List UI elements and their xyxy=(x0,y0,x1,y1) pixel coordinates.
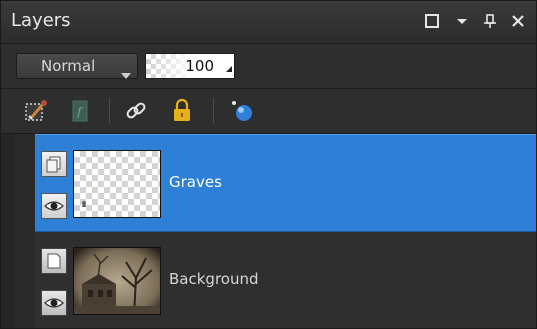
layer-toolbar: f xyxy=(1,89,536,134)
layer-row-graves[interactable]: Graves xyxy=(35,134,536,232)
layer-name: Graves xyxy=(169,173,222,191)
layer-styles-icon[interactable] xyxy=(227,96,257,126)
lock-icon[interactable] xyxy=(167,96,197,126)
visibility-eye-icon[interactable] xyxy=(41,290,67,316)
layers-panel: Layers Normal 100 f Graves Background xyxy=(0,0,537,329)
new-mask-icon[interactable] xyxy=(21,96,51,126)
maximize-icon[interactable] xyxy=(421,9,443,33)
toolbar-separator xyxy=(213,98,214,124)
chevron-down-icon xyxy=(121,64,131,83)
link-icon[interactable] xyxy=(121,96,151,126)
blend-mode-select[interactable]: Normal xyxy=(16,53,138,79)
layer-thumbnail-graves xyxy=(73,150,161,218)
blend-row: Normal 100 xyxy=(1,44,536,89)
blend-mode-value: Normal xyxy=(41,57,96,75)
visibility-eye-icon[interactable] xyxy=(41,193,67,219)
opacity-field[interactable]: 100 xyxy=(145,53,235,79)
layers-gutter xyxy=(15,134,36,328)
close-icon[interactable] xyxy=(507,9,529,33)
layers-list: Graves Background xyxy=(1,134,536,328)
layer-page-icon[interactable] xyxy=(41,248,67,274)
layer-thumbnail-background xyxy=(73,247,161,315)
resize-grip-icon xyxy=(226,57,232,76)
menu-dropdown-icon[interactable] xyxy=(451,9,473,33)
panel-titlebar[interactable]: Layers xyxy=(1,1,536,44)
new-adjustment-layer-icon[interactable]: f xyxy=(65,96,95,126)
pin-icon[interactable] xyxy=(479,9,501,33)
panel-title: Layers xyxy=(11,10,71,31)
opacity-value: 100 xyxy=(185,57,214,75)
layer-name: Background xyxy=(169,270,259,288)
layer-group-icon[interactable] xyxy=(41,151,67,177)
layer-row-background[interactable]: Background xyxy=(35,232,536,328)
toolbar-separator xyxy=(109,98,110,124)
